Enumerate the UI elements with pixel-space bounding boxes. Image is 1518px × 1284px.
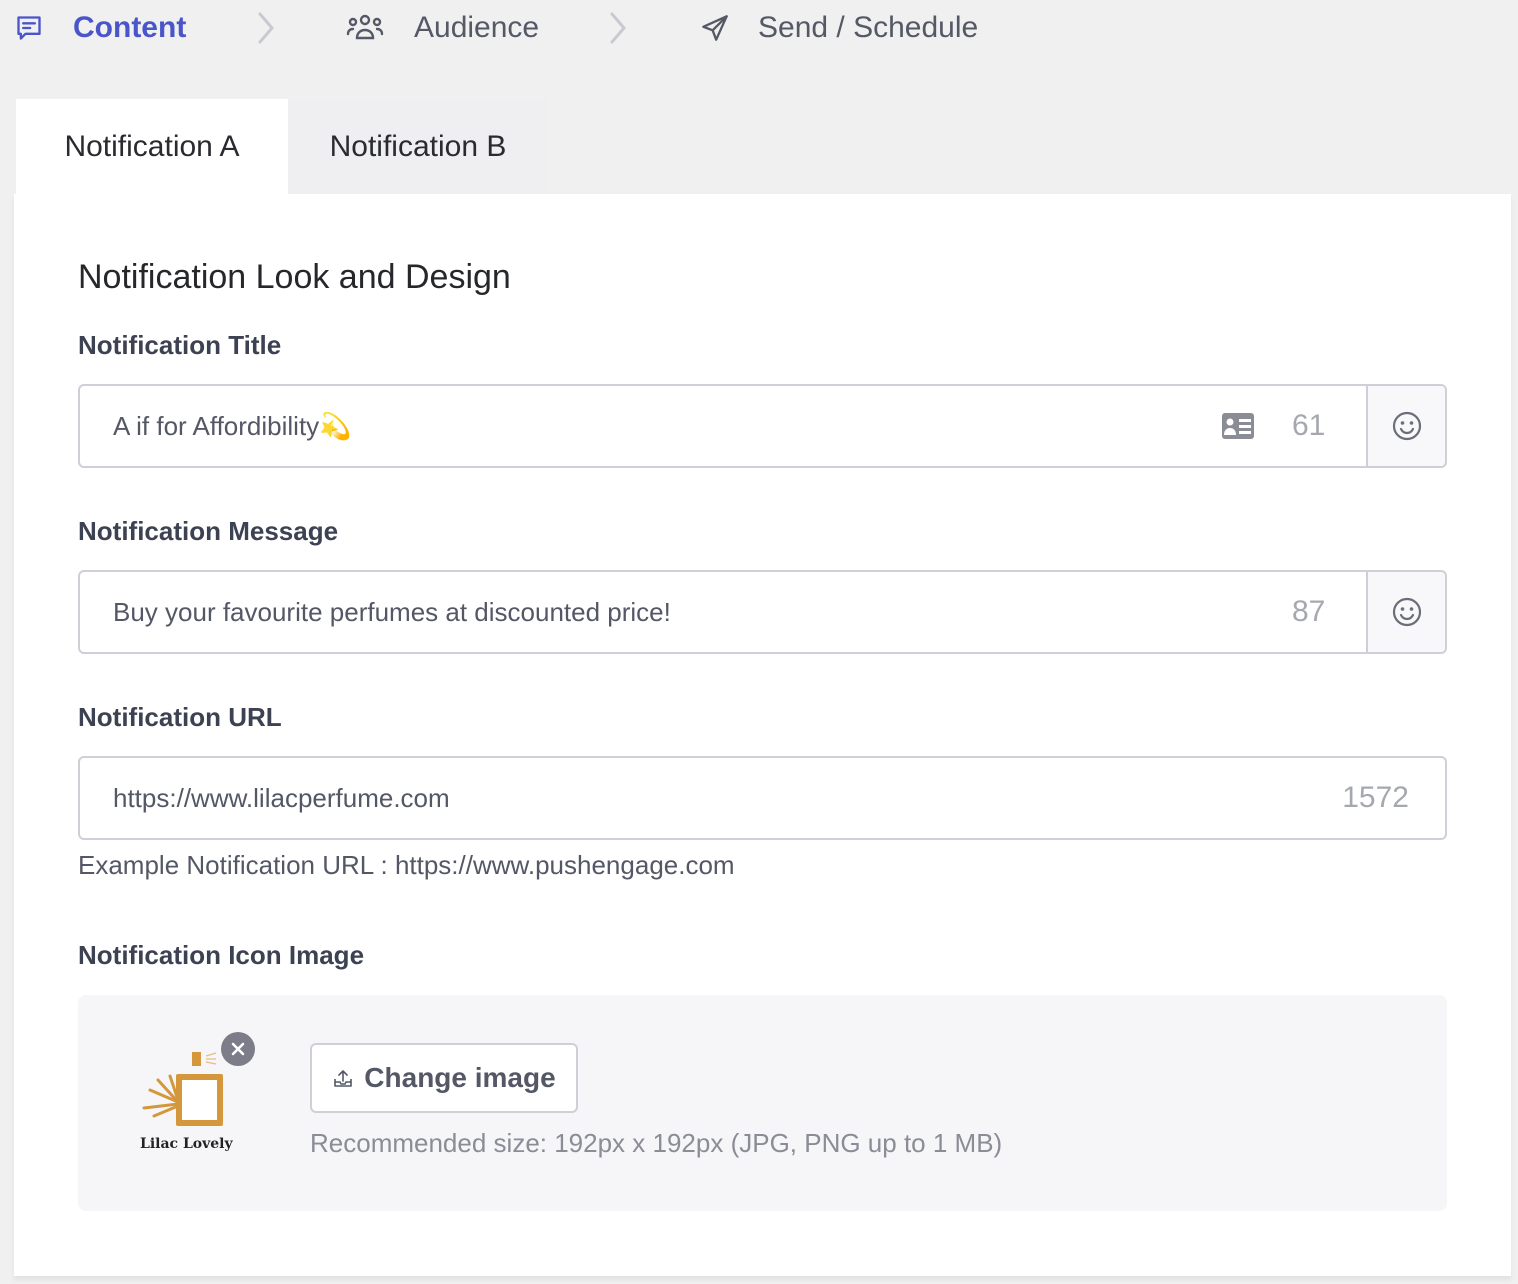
icon-image-area	[78, 995, 1447, 1211]
step-send-schedule[interactable]: Send / Schedule	[700, 0, 978, 56]
change-image-button[interactable]: Change image	[310, 1043, 578, 1113]
stepper: Content Audience Send / Schedule	[0, 0, 1518, 56]
message-char-counter: 87	[1292, 595, 1326, 628]
title-char-counter: 61	[1292, 409, 1326, 442]
url-label: Notification URL	[78, 702, 282, 732]
message-label: Notification Message	[78, 516, 339, 546]
step-content[interactable]: Content	[14, 0, 186, 56]
step-label: Content	[73, 11, 187, 44]
tab-notification-b[interactable]: Notification B	[288, 99, 548, 194]
url-value: https://www.lilacperfume.com	[113, 782, 450, 813]
message-value: Buy your favourite perfumes at discounte…	[113, 596, 671, 627]
url-hint: Example Notification URL : https://www.p…	[78, 850, 735, 880]
upload-icon	[334, 1070, 353, 1087]
icon-image-label: Notification Icon Image	[78, 940, 365, 970]
logo-text: Lilac Lovely	[140, 1136, 233, 1152]
smiley-icon	[1392, 597, 1421, 627]
url-input[interactable]: https://www.lilacperfume.com 1572	[78, 756, 1447, 840]
recommended-size-text: Recommended size: 192px x 192px (JPG, PN…	[310, 1128, 1003, 1158]
title-emoji-button[interactable]	[1366, 386, 1445, 466]
close-icon	[231, 1042, 245, 1056]
message-input[interactable]: Buy your favourite perfumes at discounte…	[78, 570, 1447, 654]
title-label: Notification Title	[78, 330, 282, 360]
step-audience[interactable]: Audience	[346, 0, 539, 56]
change-image-label: Change image	[364, 1062, 556, 1093]
step-label: Send / Schedule	[758, 11, 979, 44]
personalize-icon[interactable]	[1221, 412, 1255, 445]
section-title: Notification Look and Design	[78, 258, 511, 296]
smiley-icon	[1392, 411, 1421, 441]
tab-label: Notification A	[64, 130, 240, 163]
remove-image-button[interactable]	[221, 1032, 255, 1066]
url-char-counter: 1572	[1342, 781, 1409, 814]
title-value: A if for Affordibility💫	[113, 410, 352, 441]
send-icon	[700, 13, 730, 43]
tab-label: Notification B	[329, 129, 507, 163]
message-square-icon	[14, 13, 44, 43]
title-input[interactable]: A if for Affordibility💫 61	[78, 384, 1447, 468]
users-icon	[346, 13, 384, 43]
message-emoji-button[interactable]	[1366, 572, 1445, 652]
chevron-right-icon	[610, 12, 626, 44]
tab-notification-a[interactable]: Notification A	[16, 99, 288, 195]
step-label: Audience	[414, 11, 540, 44]
chevron-right-icon	[258, 12, 274, 44]
